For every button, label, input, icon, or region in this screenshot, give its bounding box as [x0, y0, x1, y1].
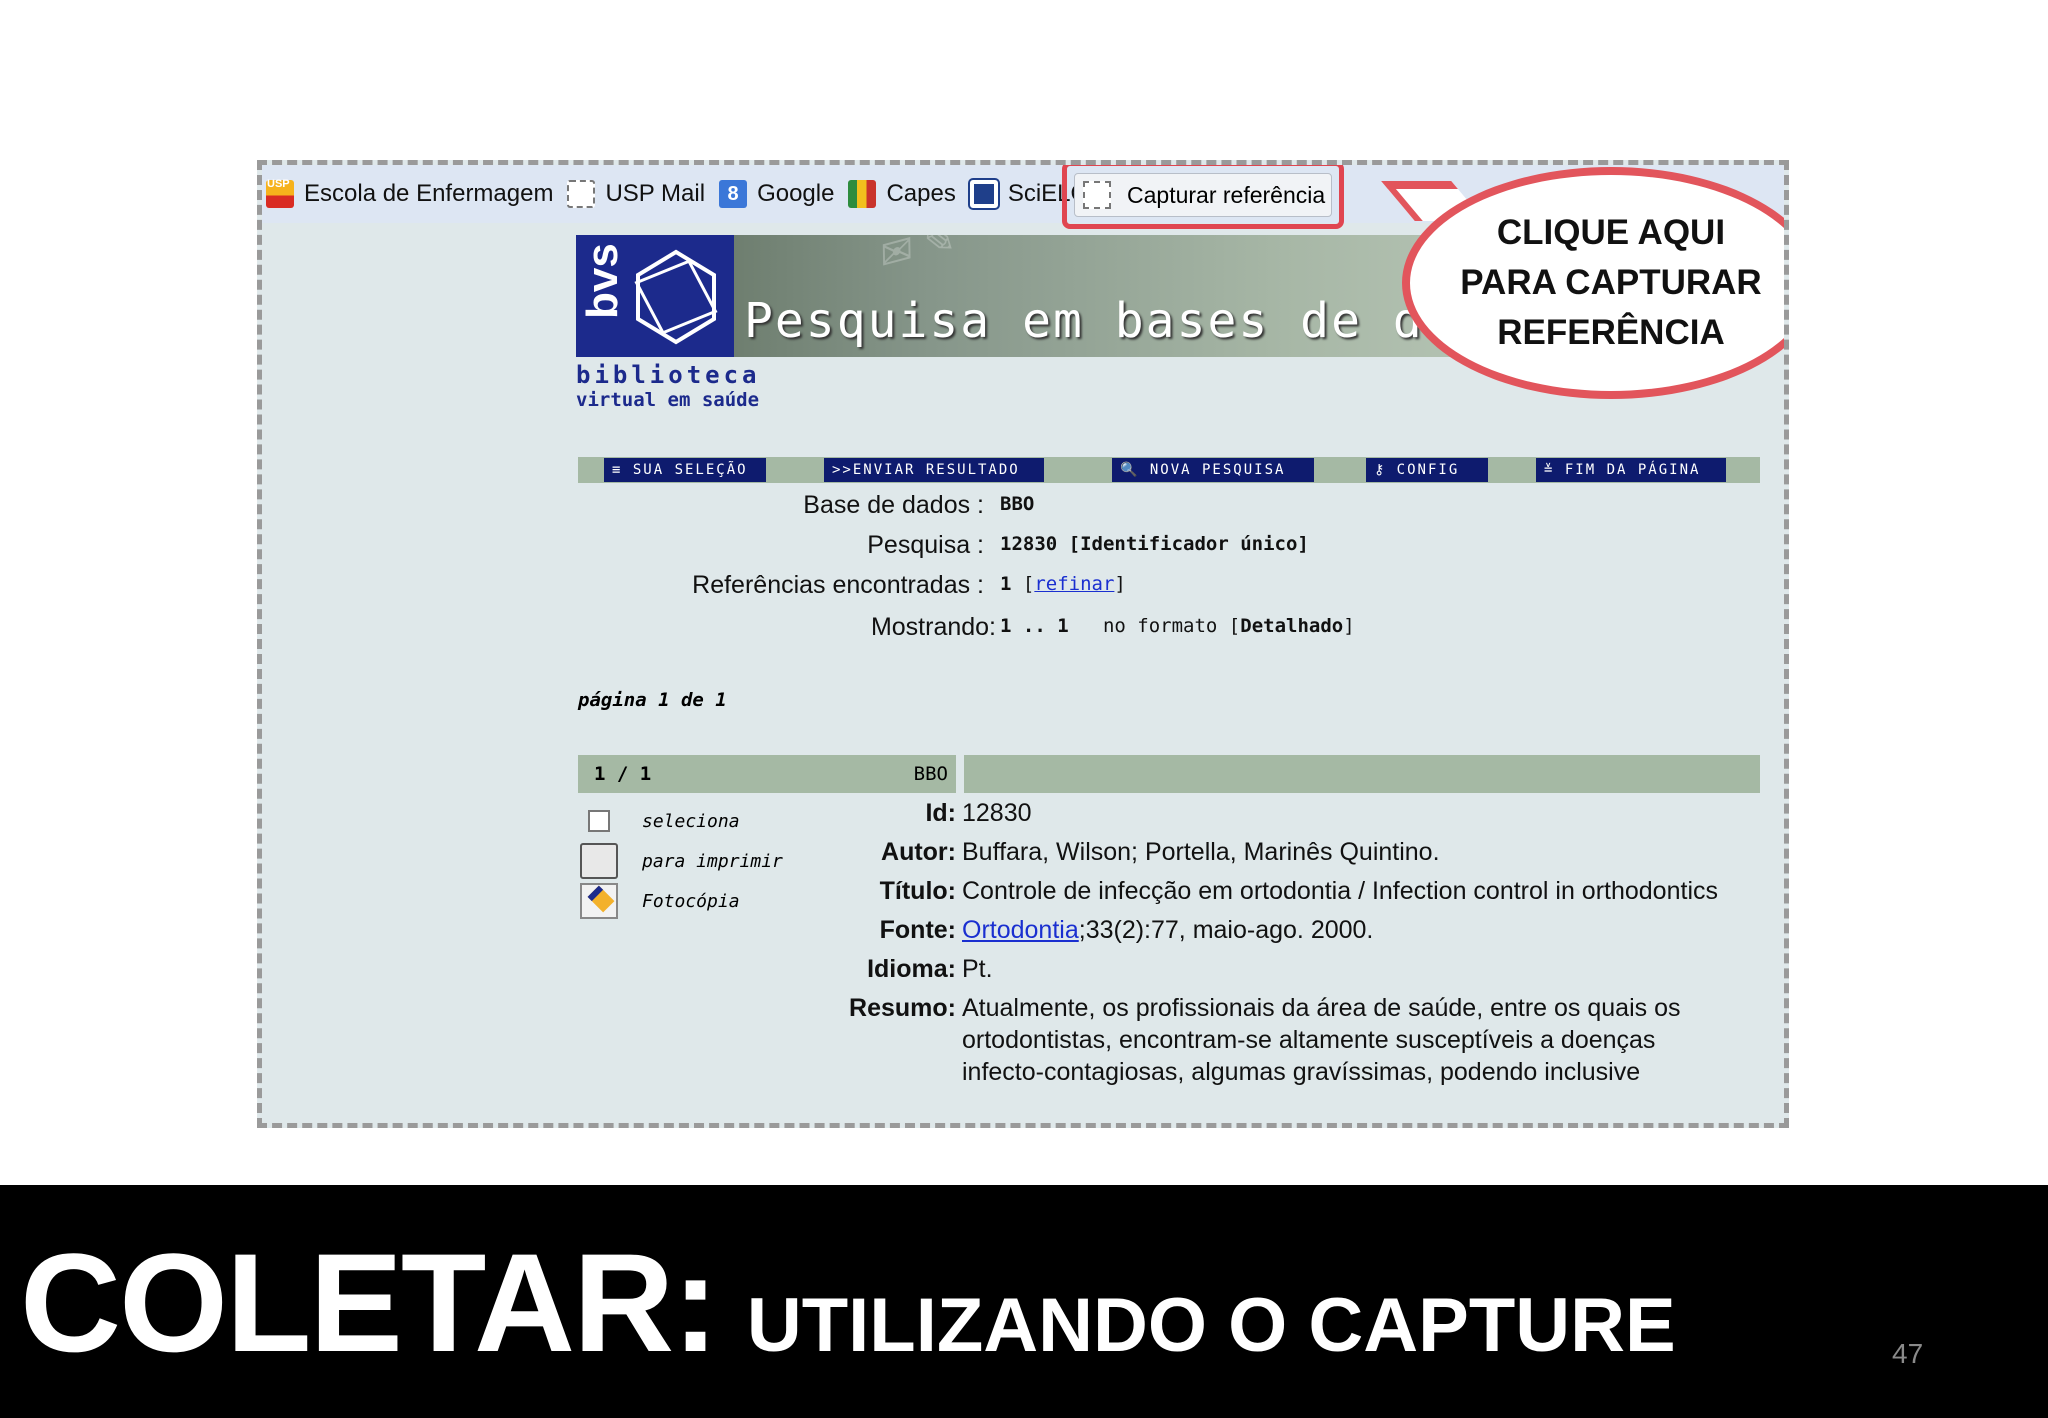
- record-idioma-value: Pt.: [962, 955, 993, 983]
- photocopy-label: Fotocópia: [642, 890, 740, 912]
- record-titulo-row: Título: Controle de infecção em ortodont…: [822, 875, 1722, 907]
- nav-config[interactable]: ⚷ CONFIG: [1366, 458, 1488, 482]
- callout-bubble: CLIQUE AQUI PARA CAPTURAR REFERÊNCIA: [1402, 167, 1784, 399]
- mostrando-value: 1 .. 1: [1000, 615, 1069, 637]
- record-id-label: Id:: [925, 799, 956, 827]
- bookmark-label: Escola de Enfermagem: [304, 180, 554, 207]
- record-resumo-label: Resumo:: [849, 994, 956, 1022]
- printer-icon: [580, 843, 618, 879]
- refs-value: 1: [1000, 573, 1012, 595]
- record-fonte-value: Ortodontia;33(2):77, maio-ago. 2000.: [962, 914, 1722, 946]
- fonte-link[interactable]: Ortodontia: [962, 916, 1079, 944]
- result-header: 1 / 1 BBO: [578, 755, 956, 793]
- print-label: para imprimir: [642, 850, 783, 872]
- pagination: página 1 de 1: [578, 689, 727, 711]
- select-checkbox[interactable]: [588, 810, 610, 832]
- bvs-caption-line2: virtual em saúde: [576, 389, 760, 411]
- slide-title: COLETAR: UTILIZANDO O CAPTURE: [20, 1222, 1676, 1384]
- callout-line2: PARA CAPTURAR: [1460, 263, 1762, 302]
- record-resumo-row: Resumo: Atualmente, os profissionais da …: [822, 992, 1722, 1088]
- bookmark-usp-mail[interactable]: USP Mail: [567, 180, 705, 208]
- record-details: Id: 12830 Autor: Buffara, Wilson; Portel…: [822, 797, 1722, 1095]
- callout-line1: CLIQUE AQUI: [1496, 213, 1726, 252]
- record-idioma-label: Idioma:: [867, 955, 956, 983]
- base-value: BBO: [1000, 493, 1035, 515]
- record-fonte-row: Fonte: Ortodontia;33(2):77, maio-ago. 20…: [822, 914, 1722, 946]
- pesquisa-label: Pesquisa :: [867, 531, 984, 559]
- bvs-caption-line1: biblioteca: [576, 361, 761, 389]
- google-icon: 8: [719, 180, 748, 208]
- record-titulo-value: Controle de infecção em ortodontia / Inf…: [962, 877, 1718, 905]
- bvs-caption: biblioteca virtual em saúde: [576, 361, 761, 411]
- slide-number: 47: [1892, 1338, 1924, 1369]
- nav-nova-pesquisa[interactable]: 🔍 NOVA PESQUISA: [1112, 458, 1314, 482]
- select-label: seleciona: [642, 810, 740, 832]
- callout-text: CLIQUE AQUI PARA CAPTURAR REFERÊNCIA: [1460, 208, 1761, 358]
- bvs-logo[interactable]: bvs: [576, 235, 734, 357]
- record-autor-row: Autor: Buffara, Wilson; Portella, Marinê…: [822, 836, 1722, 868]
- result-number: 1 / 1: [594, 763, 652, 785]
- usp-logo-icon: [266, 178, 294, 208]
- slide-title-sub: UTILIZANDO O CAPTURE: [746, 1283, 1676, 1368]
- nav-sua-selecao[interactable]: ≡ SUA SELEÇÃO: [604, 458, 766, 482]
- capture-highlight-box: [1062, 165, 1344, 229]
- bookmark-label: Capes: [886, 180, 956, 207]
- mostrando-group: 1 .. 1 no formato [Detalhado]: [1000, 615, 1355, 637]
- fonte-rest: ;33(2):77, maio-ago. 2000.: [1078, 916, 1374, 944]
- bvs-star-icon: [634, 249, 718, 345]
- bvs-logo-text: bvs: [578, 243, 627, 319]
- record-resumo-value: Atualmente, os profissionais da área de …: [962, 994, 1681, 1086]
- slide-title-main: COLETAR:: [20, 1224, 719, 1381]
- record-titulo-label: Título:: [879, 877, 956, 905]
- result-actions: seleciona para imprimir Fotocópia: [580, 801, 783, 921]
- scielo-icon: [969, 180, 998, 208]
- nav-bar: ≡ SUA SELEÇÃO >>ENVIAR RESULTADO 🔍 NOVA …: [578, 457, 1760, 483]
- nav-enviar-resultado[interactable]: >>ENVIAR RESULTADO: [824, 458, 1044, 482]
- record-id-row: Id: 12830: [822, 797, 1722, 829]
- formato-value: Detalhado: [1240, 615, 1344, 637]
- blank-page-icon: [567, 180, 596, 208]
- result-db: BBO: [913, 763, 948, 785]
- photocopy-action[interactable]: Fotocópia: [580, 881, 783, 921]
- bookmark-escola-enfermagem[interactable]: Escola de Enfermagem: [266, 178, 554, 208]
- refs-value-group: 1 [refinar]: [1000, 573, 1126, 595]
- mostrando-label: Mostrando:: [870, 613, 996, 641]
- refs-label: Referências encontradas :: [692, 571, 984, 599]
- bookmark-label: Google: [757, 180, 835, 207]
- select-action[interactable]: seleciona: [580, 801, 783, 841]
- refinar-link[interactable]: refinar: [1034, 573, 1114, 595]
- capes-icon: [848, 180, 877, 208]
- nav-fim-da-pagina[interactable]: ≚ FIM DA PÁGINA: [1536, 458, 1726, 482]
- record-autor-value: Buffara, Wilson; Portella, Marinês Quint…: [962, 838, 1440, 866]
- bookmark-google[interactable]: 8 Google: [719, 180, 834, 208]
- print-action[interactable]: para imprimir: [580, 841, 783, 881]
- record-autor-label: Autor:: [881, 838, 956, 866]
- result-header-bar: [964, 755, 1760, 793]
- record-fonte-label: Fonte:: [879, 916, 956, 944]
- bookmark-capes[interactable]: Capes: [848, 180, 956, 208]
- base-label: Base de dados :: [803, 491, 984, 519]
- record-id-value: 12830: [962, 799, 1032, 827]
- record-idioma-row: Idioma: Pt.: [822, 953, 1722, 985]
- pesquisa-value: 12830 [Identificador único]: [1000, 533, 1309, 555]
- banner-decoration: ✉ ✎: [871, 235, 959, 280]
- callout-line3: REFERÊNCIA: [1497, 313, 1725, 352]
- photocopy-icon: [580, 883, 618, 919]
- bookmark-label: USP Mail: [605, 180, 706, 207]
- screenshot-frame: Escola de Enfermagem USP Mail 8 Google C…: [257, 160, 1789, 1128]
- formato-text: no formato: [1102, 615, 1218, 637]
